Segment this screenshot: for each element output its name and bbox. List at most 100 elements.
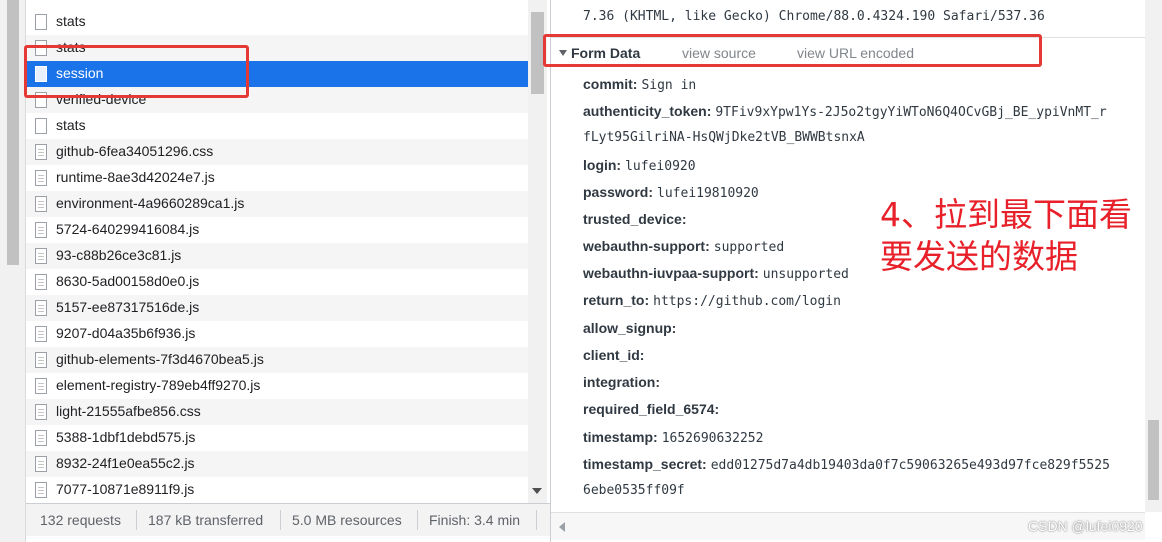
field-key: integration: xyxy=(583,374,660,390)
request-row[interactable]: environment-4a9660289ca1.js xyxy=(26,191,528,217)
highlight-box-form-data xyxy=(543,34,1042,67)
field-value: supported xyxy=(713,240,785,255)
field-value: lufei19810920 xyxy=(657,186,759,201)
watermark: CSDN @lufei0920 xyxy=(1028,518,1143,534)
form-field-client-id: client_id: xyxy=(583,347,648,364)
request-row[interactable]: github-6fea34051296.css xyxy=(26,139,528,165)
field-value: edd01275d7a4db19403da0f7c59063265e493d97… xyxy=(710,458,1110,473)
finish-time: Finish: 3.4 min xyxy=(429,512,521,528)
request-row[interactable]: 7077-10871e8911f9.js xyxy=(26,477,528,503)
request-name: 9207-d04a35b6f936.js xyxy=(56,325,196,341)
form-field-webauthn-support: webauthn-support: supported xyxy=(583,238,784,255)
field-key: trusted_device: xyxy=(583,211,687,227)
blank-file-icon xyxy=(35,14,47,30)
form-field-timestamp-secret: timestamp_secret: edd01275d7a4db19403da0f… xyxy=(583,456,1110,473)
summary-separator xyxy=(136,510,137,530)
form-field-password: password: lufei19810920 xyxy=(583,184,759,201)
field-value: https://github.com/login xyxy=(653,294,841,309)
field-key: timestamp_secret: xyxy=(583,456,707,472)
document-file-icon xyxy=(35,352,47,368)
request-name: element-registry-789eb4ff9270.js xyxy=(56,377,261,393)
request-row[interactable]: element-registry-789eb4ff9270.js xyxy=(26,373,528,399)
request-name: github-elements-7f3d4670bea5.js xyxy=(56,351,264,367)
field-value: unsupported xyxy=(762,267,849,282)
request-row[interactable]: runtime-8ae3d42024e7.js xyxy=(26,165,528,191)
field-key: client_id: xyxy=(583,347,645,363)
form-field-authenticity-token: authenticity_token: 9TFiv9xYpw1Ys-2J5o2tg… xyxy=(583,103,1107,120)
request-row[interactable]: stats xyxy=(26,9,528,35)
field-value: lufei0920 xyxy=(625,159,696,174)
request-row[interactable]: 9207-d04a35b6f936.js xyxy=(26,321,528,347)
request-row[interactable]: stats xyxy=(26,113,528,139)
document-file-icon xyxy=(35,248,47,264)
request-name: 8630-5ad00158d0e0.js xyxy=(56,273,200,289)
field-key: webauthn-support: xyxy=(583,238,710,254)
field-key: webauthn-iuvpaa-support: xyxy=(583,265,759,281)
request-row[interactable]: 8932-24f1e0ea55c2.js xyxy=(26,451,528,477)
document-file-icon xyxy=(35,196,47,212)
annotation-line: 要发送的数据 xyxy=(880,237,1078,276)
annotation-line: 4、拉到最下面看 xyxy=(880,195,1132,234)
request-list-scrollbar[interactable] xyxy=(528,0,547,503)
document-file-icon xyxy=(35,326,47,342)
request-name: 93-c88b26ce3c81.js xyxy=(56,247,182,263)
user-agent-value: 7.36 (KHTML, like Gecko) Chrome/88.0.432… xyxy=(583,9,1045,24)
request-row[interactable]: github-elements-7f3d4670bea5.js xyxy=(26,347,528,373)
field-value: Sign in xyxy=(641,78,697,93)
request-row[interactable]: 8630-5ad00158d0e0.js xyxy=(26,269,528,295)
field-key: required_field_6574: xyxy=(583,401,720,417)
outer-scrollbar-thumb[interactable] xyxy=(7,0,19,265)
document-file-icon xyxy=(35,378,47,394)
form-field-allow-signup: allow_signup: xyxy=(583,320,680,337)
field-value-continuation: fLyt95GilriNA-HsQWjDke2tVB_BWWBtsnxA xyxy=(583,130,865,145)
request-name: 5388-1dbf1debd575.js xyxy=(56,429,196,445)
request-row[interactable]: 5724-640299416084.js xyxy=(26,217,528,243)
request-name: 5724-640299416084.js xyxy=(56,221,200,237)
request-row[interactable]: 5388-1dbf1debd575.js xyxy=(26,425,528,451)
form-field-trusted-device: trusted_device: xyxy=(583,211,690,228)
request-row[interactable]: 5157-ee87317516de.js xyxy=(26,295,528,321)
request-name: 8932-24f1e0ea55c2.js xyxy=(56,455,195,471)
transferred-size: 187 kB transferred xyxy=(148,512,264,528)
field-key: return_to: xyxy=(583,292,650,308)
resources-size: 5.0 MB resources xyxy=(292,512,402,528)
network-summary-bar: 132 requests 187 kB transferred 5.0 MB r… xyxy=(26,503,550,536)
request-row[interactable]: light-21555afbe856.css xyxy=(26,399,528,425)
document-file-icon xyxy=(35,222,47,238)
field-key: password: xyxy=(583,184,654,200)
request-name: 5157-ee87317516de.js xyxy=(56,299,200,315)
field-value-continuation: 6ebe0535ff09f xyxy=(583,483,685,498)
annotation-text: 4、拉到最下面看 要发送的数据 xyxy=(880,194,1150,278)
form-field-webauthn-iuvpaa-support: webauthn-iuvpaa-support: unsupported xyxy=(583,265,849,282)
scroll-left-arrow-icon[interactable] xyxy=(559,522,565,532)
field-key: login: xyxy=(583,157,622,173)
field-value: 1652690632252 xyxy=(661,431,764,446)
blank-file-icon xyxy=(35,118,47,134)
form-field-commit: commit: Sign in xyxy=(583,76,696,93)
summary-separator xyxy=(536,510,537,530)
highlight-box-session xyxy=(24,45,249,98)
request-count: 132 requests xyxy=(40,512,121,528)
form-field-login: login: lufei0920 xyxy=(583,157,696,174)
request-name: runtime-8ae3d42024e7.js xyxy=(56,169,215,185)
request-name: stats xyxy=(56,13,86,29)
request-name: github-6fea34051296.css xyxy=(56,143,214,159)
field-key: timestamp: xyxy=(583,429,658,445)
form-field-return-to: return_to: https://github.com/login xyxy=(583,292,841,309)
field-key: allow_signup: xyxy=(583,320,677,336)
document-file-icon xyxy=(35,144,47,160)
field-value: 9TFiv9xYpw1Ys-2J5o2tgyYiWToN6Q4OCvGBj_BE… xyxy=(715,105,1107,120)
outer-scrollbar[interactable] xyxy=(0,0,26,542)
request-row[interactable]: 93-c88b26ce3c81.js xyxy=(26,243,528,269)
detail-scrollbar-thumb[interactable] xyxy=(1148,420,1159,500)
form-field-required-field: required_field_6574: xyxy=(583,401,723,418)
field-key: authenticity_token: xyxy=(583,103,712,119)
request-name: 7077-10871e8911f9.js xyxy=(56,481,195,497)
scroll-down-arrow-icon[interactable] xyxy=(532,488,542,494)
document-file-icon xyxy=(35,170,47,186)
document-file-icon xyxy=(35,404,47,420)
form-field-timestamp: timestamp: 1652690632252 xyxy=(583,429,763,446)
document-file-icon xyxy=(35,300,47,316)
request-name: light-21555afbe856.css xyxy=(56,403,201,419)
request-name: stats xyxy=(56,117,86,133)
